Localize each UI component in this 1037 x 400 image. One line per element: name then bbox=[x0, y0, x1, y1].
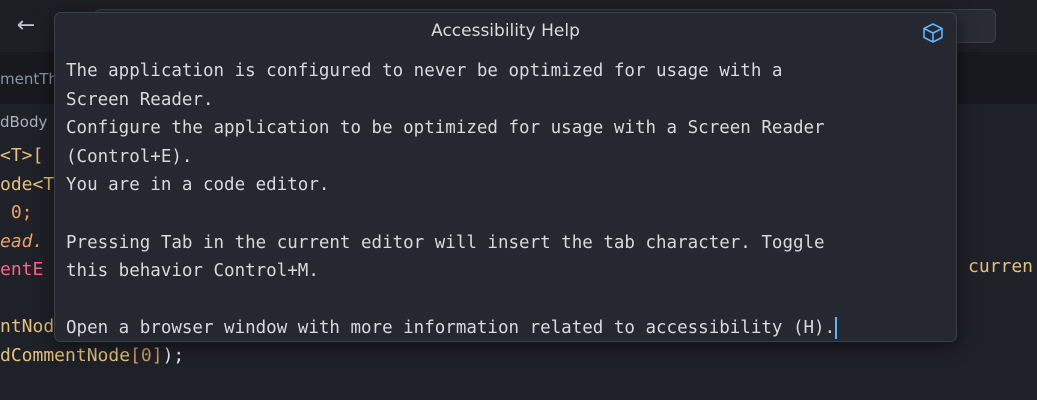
help-line bbox=[66, 200, 946, 229]
help-line: this behavior Control+M. bbox=[66, 261, 319, 282]
help-line: Open a browser window with more informat… bbox=[66, 318, 836, 339]
help-line: Configure the application to be optimize… bbox=[66, 118, 825, 139]
text-cursor bbox=[835, 317, 838, 340]
accessibility-help-dialog: Accessibility Help The application is co… bbox=[54, 12, 957, 342]
editor-tab-label[interactable]: mentTh bbox=[0, 70, 58, 88]
help-line: Screen Reader. bbox=[66, 89, 214, 110]
cube-icon[interactable] bbox=[921, 21, 945, 45]
help-line: The application is configured to never b… bbox=[66, 61, 783, 81]
dialog-body[interactable]: The application is configured to never b… bbox=[66, 57, 946, 343]
code-line: dCommentNode[0]); bbox=[0, 344, 185, 366]
back-arrow-icon[interactable]: ← bbox=[12, 12, 40, 40]
dialog-title: Accessibility Help bbox=[431, 21, 580, 41]
help-line: Pressing Tab in the current editor will … bbox=[66, 232, 825, 253]
breadcrumb-item[interactable]: dBody bbox=[0, 113, 47, 131]
help-line: You are in a code editor. bbox=[66, 175, 330, 196]
code-identifier: curren bbox=[968, 256, 1034, 277]
help-line bbox=[66, 286, 946, 315]
help-line-last: Open a browser window with more informat… bbox=[66, 314, 946, 343]
help-line: (Control+E). bbox=[66, 146, 193, 167]
